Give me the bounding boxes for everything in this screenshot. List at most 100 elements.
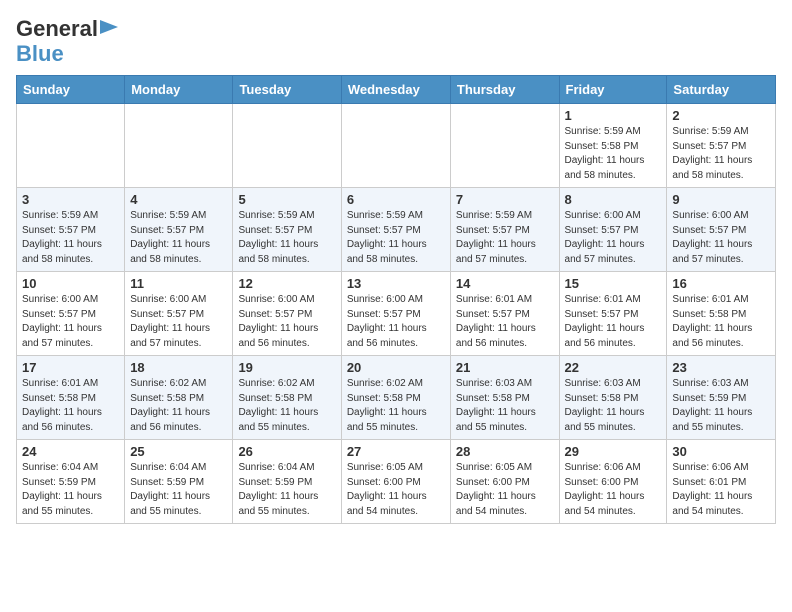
day-info: Sunrise: 5:59 AMSunset: 5:57 PMDaylight:… bbox=[456, 209, 554, 267]
calendar-cell: 12 Sunrise: 6:00 AMSunset: 5:57 PMDayligh… bbox=[233, 272, 341, 356]
calendar-cell: 1 Sunrise: 5:59 AMSunset: 5:58 PMDaylight… bbox=[559, 104, 667, 188]
day-number: 14 bbox=[456, 276, 554, 291]
calendar-cell: 7 Sunrise: 5:59 AMSunset: 5:57 PMDaylight… bbox=[450, 188, 559, 272]
calendar-cell: 5 Sunrise: 5:59 AMSunset: 5:57 PMDaylight… bbox=[233, 188, 341, 272]
calendar-cell: 24 Sunrise: 6:04 AMSunset: 5:59 PMDayligh… bbox=[17, 440, 125, 524]
calendar-cell: 23Sunrise: 6:03 AMSunset: 5:59 PMDayligh… bbox=[667, 356, 776, 440]
day-info: Sunrise: 6:04 AMSunset: 5:59 PMDaylight:… bbox=[22, 461, 119, 519]
day-info: Sunrise: 6:03 AMSunset: 5:59 PMDaylight:… bbox=[672, 377, 770, 435]
day-info: Sunrise: 6:05 AMSunset: 6:00 PMDaylight:… bbox=[347, 461, 445, 519]
logo-arrow-icon bbox=[100, 18, 118, 36]
calendar-cell: 8 Sunrise: 6:00 AMSunset: 5:57 PMDaylight… bbox=[559, 188, 667, 272]
calendar-cell: 16Sunrise: 6:01 AMSunset: 5:58 PMDayligh… bbox=[667, 272, 776, 356]
day-info: Sunrise: 6:00 AMSunset: 5:57 PMDaylight:… bbox=[347, 293, 445, 351]
day-info: Sunrise: 6:06 AMSunset: 6:00 PMDaylight:… bbox=[565, 461, 662, 519]
calendar-cell: 25 Sunrise: 6:04 AMSunset: 5:59 PMDayligh… bbox=[125, 440, 233, 524]
calendar-cell: 18Sunrise: 6:02 AMSunset: 5:58 PMDayligh… bbox=[125, 356, 233, 440]
day-number: 24 bbox=[22, 444, 119, 459]
weekday-header-friday: Friday bbox=[559, 76, 667, 104]
calendar-cell: 17 Sunrise: 6:01 AMSunset: 5:58 PMDayligh… bbox=[17, 356, 125, 440]
day-info: Sunrise: 6:01 AMSunset: 5:58 PMDaylight:… bbox=[22, 377, 119, 435]
calendar-week-2: 3 Sunrise: 5:59 AMSunset: 5:57 PMDaylight… bbox=[17, 188, 776, 272]
day-number: 25 bbox=[130, 444, 227, 459]
day-info: Sunrise: 6:04 AMSunset: 5:59 PMDaylight:… bbox=[238, 461, 335, 519]
calendar-cell: 21 Sunrise: 6:03 AMSunset: 5:58 PMDayligh… bbox=[450, 356, 559, 440]
calendar-cell bbox=[233, 104, 341, 188]
calendar-cell: 30 Sunrise: 6:06 AMSunset: 6:01 PMDayligh… bbox=[667, 440, 776, 524]
page-header: General Blue bbox=[16, 16, 776, 67]
day-number: 17 bbox=[22, 360, 119, 375]
day-number: 26 bbox=[238, 444, 335, 459]
calendar-cell: 10Sunrise: 6:00 AMSunset: 5:57 PMDayligh… bbox=[17, 272, 125, 356]
calendar-cell: 28 Sunrise: 6:05 AMSunset: 6:00 PMDayligh… bbox=[450, 440, 559, 524]
calendar-table: SundayMondayTuesdayWednesdayThursdayFrid… bbox=[16, 75, 776, 524]
calendar-cell bbox=[341, 104, 450, 188]
weekday-header-row: SundayMondayTuesdayWednesdayThursdayFrid… bbox=[17, 76, 776, 104]
day-info: Sunrise: 5:59 AMSunset: 5:57 PMDaylight:… bbox=[22, 209, 119, 267]
calendar-cell: 3 Sunrise: 5:59 AMSunset: 5:57 PMDaylight… bbox=[17, 188, 125, 272]
day-info: Sunrise: 6:00 AMSunset: 5:57 PMDaylight:… bbox=[565, 209, 662, 267]
calendar-cell bbox=[450, 104, 559, 188]
calendar-week-5: 24 Sunrise: 6:04 AMSunset: 5:59 PMDayligh… bbox=[17, 440, 776, 524]
day-info: Sunrise: 6:00 AMSunset: 5:57 PMDaylight:… bbox=[672, 209, 770, 267]
day-info: Sunrise: 5:59 AMSunset: 5:57 PMDaylight:… bbox=[347, 209, 445, 267]
day-number: 2 bbox=[672, 108, 770, 123]
day-info: Sunrise: 6:02 AMSunset: 5:58 PMDaylight:… bbox=[347, 377, 445, 435]
calendar-week-3: 10Sunrise: 6:00 AMSunset: 5:57 PMDayligh… bbox=[17, 272, 776, 356]
calendar-week-1: 1 Sunrise: 5:59 AMSunset: 5:58 PMDaylight… bbox=[17, 104, 776, 188]
calendar-cell: 26 Sunrise: 6:04 AMSunset: 5:59 PMDayligh… bbox=[233, 440, 341, 524]
day-info: Sunrise: 5:59 AMSunset: 5:57 PMDaylight:… bbox=[672, 125, 770, 183]
weekday-header-saturday: Saturday bbox=[667, 76, 776, 104]
day-number: 4 bbox=[130, 192, 227, 207]
calendar-cell bbox=[17, 104, 125, 188]
day-number: 15 bbox=[565, 276, 662, 291]
weekday-header-tuesday: Tuesday bbox=[233, 76, 341, 104]
calendar-cell: 6Sunrise: 5:59 AMSunset: 5:57 PMDaylight… bbox=[341, 188, 450, 272]
day-number: 1 bbox=[565, 108, 662, 123]
day-number: 30 bbox=[672, 444, 770, 459]
day-number: 21 bbox=[456, 360, 554, 375]
calendar-cell: 19 Sunrise: 6:02 AMSunset: 5:58 PMDayligh… bbox=[233, 356, 341, 440]
logo: General Blue bbox=[16, 16, 118, 67]
calendar-cell: 20 Sunrise: 6:02 AMSunset: 5:58 PMDayligh… bbox=[341, 356, 450, 440]
day-info: Sunrise: 6:02 AMSunset: 5:58 PMDaylight:… bbox=[238, 377, 335, 435]
weekday-header-wednesday: Wednesday bbox=[341, 76, 450, 104]
day-info: Sunrise: 6:00 AMSunset: 5:57 PMDaylight:… bbox=[130, 293, 227, 351]
calendar-cell: 22Sunrise: 6:03 AMSunset: 5:58 PMDayligh… bbox=[559, 356, 667, 440]
calendar-cell: 9Sunrise: 6:00 AMSunset: 5:57 PMDaylight… bbox=[667, 188, 776, 272]
day-info: Sunrise: 6:01 AMSunset: 5:58 PMDaylight:… bbox=[672, 293, 770, 351]
day-number: 22 bbox=[565, 360, 662, 375]
day-info: Sunrise: 5:59 AMSunset: 5:57 PMDaylight:… bbox=[238, 209, 335, 267]
logo-text-blue: Blue bbox=[16, 41, 64, 67]
calendar-cell: 27 Sunrise: 6:05 AMSunset: 6:00 PMDayligh… bbox=[341, 440, 450, 524]
day-number: 3 bbox=[22, 192, 119, 207]
day-info: Sunrise: 6:00 AMSunset: 5:57 PMDaylight:… bbox=[22, 293, 119, 351]
day-info: Sunrise: 6:04 AMSunset: 5:59 PMDaylight:… bbox=[130, 461, 227, 519]
day-number: 28 bbox=[456, 444, 554, 459]
day-info: Sunrise: 6:05 AMSunset: 6:00 PMDaylight:… bbox=[456, 461, 554, 519]
calendar-cell: 13Sunrise: 6:00 AMSunset: 5:57 PMDayligh… bbox=[341, 272, 450, 356]
day-info: Sunrise: 6:03 AMSunset: 5:58 PMDaylight:… bbox=[456, 377, 554, 435]
calendar-cell: 4Sunrise: 5:59 AMSunset: 5:57 PMDaylight… bbox=[125, 188, 233, 272]
day-number: 20 bbox=[347, 360, 445, 375]
calendar-cell: 2 Sunrise: 5:59 AMSunset: 5:57 PMDaylight… bbox=[667, 104, 776, 188]
calendar-cell: 15Sunrise: 6:01 AMSunset: 5:57 PMDayligh… bbox=[559, 272, 667, 356]
day-number: 18 bbox=[130, 360, 227, 375]
weekday-header-sunday: Sunday bbox=[17, 76, 125, 104]
weekday-header-monday: Monday bbox=[125, 76, 233, 104]
calendar-cell bbox=[125, 104, 233, 188]
weekday-header-thursday: Thursday bbox=[450, 76, 559, 104]
day-info: Sunrise: 6:00 AMSunset: 5:57 PMDaylight:… bbox=[238, 293, 335, 351]
day-number: 12 bbox=[238, 276, 335, 291]
day-number: 7 bbox=[456, 192, 554, 207]
day-info: Sunrise: 6:06 AMSunset: 6:01 PMDaylight:… bbox=[672, 461, 770, 519]
calendar-cell: 11 Sunrise: 6:00 AMSunset: 5:57 PMDayligh… bbox=[125, 272, 233, 356]
day-number: 5 bbox=[238, 192, 335, 207]
day-number: 8 bbox=[565, 192, 662, 207]
calendar-week-4: 17 Sunrise: 6:01 AMSunset: 5:58 PMDayligh… bbox=[17, 356, 776, 440]
calendar-cell: 29Sunrise: 6:06 AMSunset: 6:00 PMDayligh… bbox=[559, 440, 667, 524]
day-info: Sunrise: 5:59 AMSunset: 5:58 PMDaylight:… bbox=[565, 125, 662, 183]
day-number: 27 bbox=[347, 444, 445, 459]
day-number: 11 bbox=[130, 276, 227, 291]
day-number: 19 bbox=[238, 360, 335, 375]
